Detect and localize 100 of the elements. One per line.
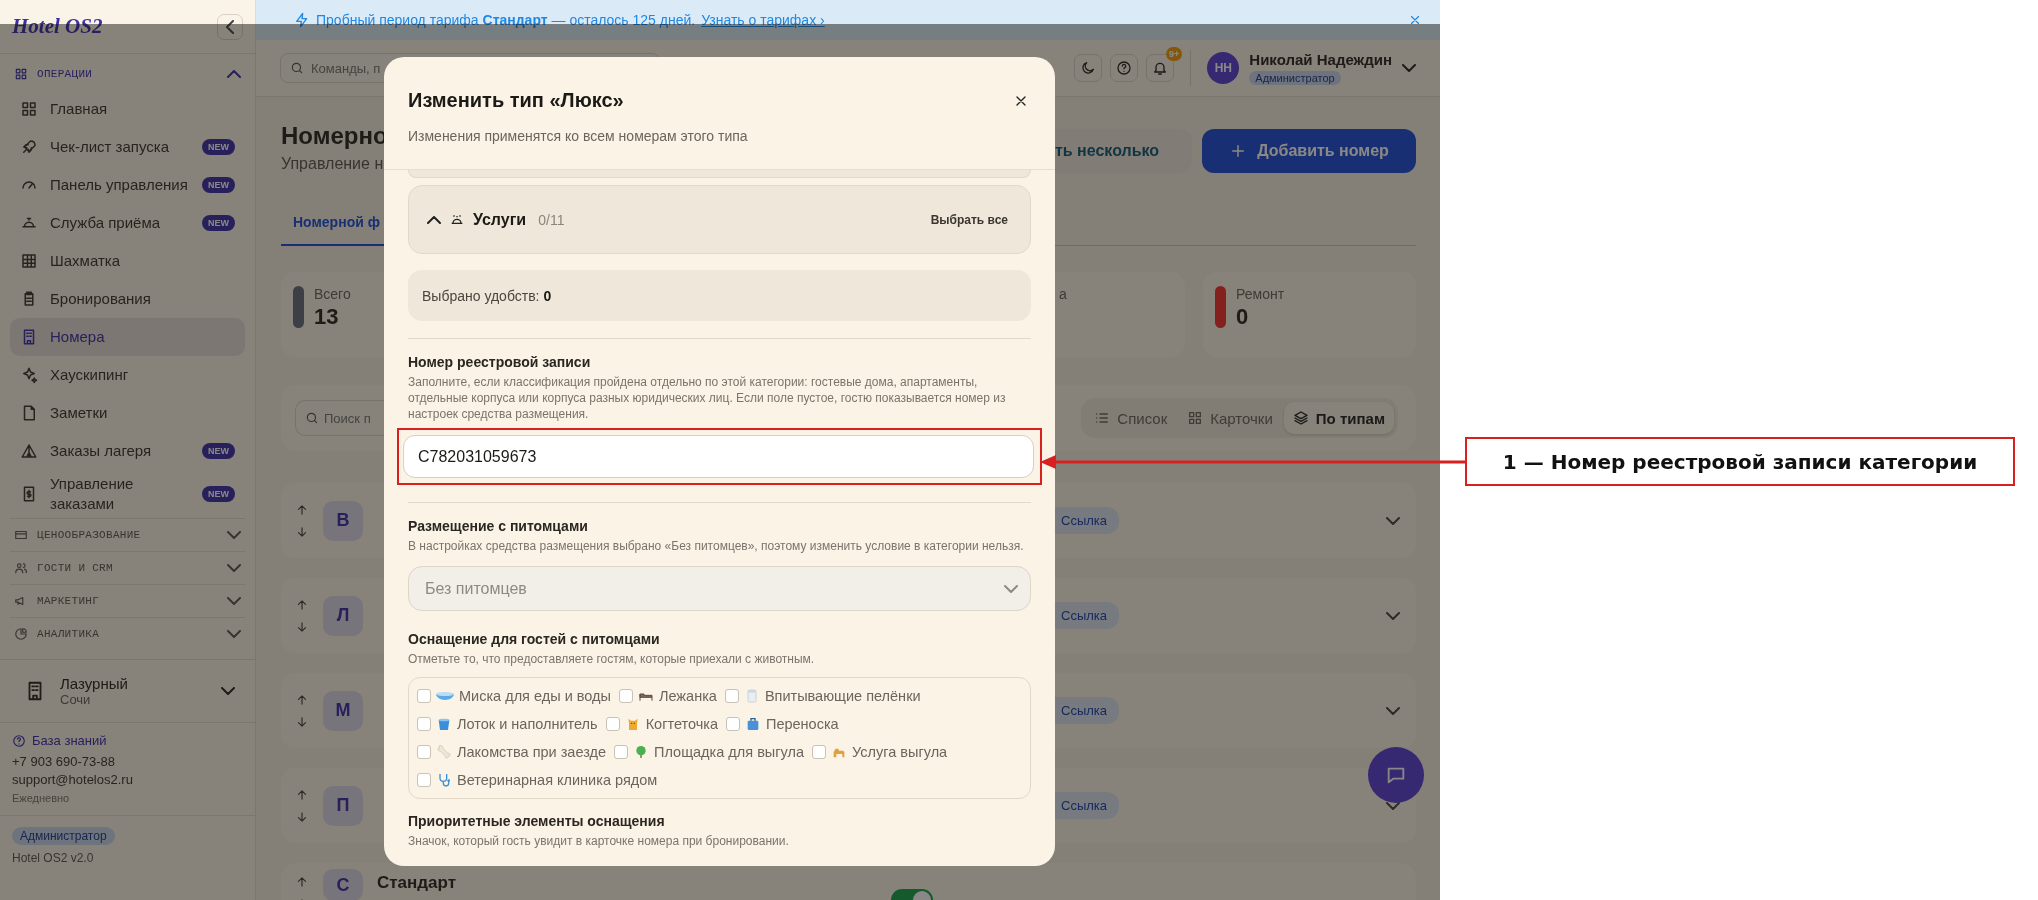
pet-option[interactable]: Переноска (726, 714, 839, 734)
move-down-button[interactable] (295, 809, 309, 824)
move-down-button[interactable] (295, 619, 309, 634)
banner-text: Пробный период тарифа Стандарт — осталось 125 дней. (316, 12, 696, 28)
tariffs-link[interactable]: Узнать о тарифах › (701, 12, 825, 28)
move-up-button[interactable] (295, 692, 309, 707)
checkbox[interactable] (724, 689, 739, 703)
pet-option[interactable]: Площадка для выгула (614, 742, 804, 762)
new-badge: NEW (202, 177, 235, 193)
type-avatar: В (323, 500, 363, 541)
chevron-down-icon (227, 531, 241, 539)
checkbox[interactable] (812, 745, 826, 759)
field-label: Номер реестровой записи (408, 354, 592, 370)
nav-item[interactable]: Управление заказами NEW (10, 470, 245, 518)
type-avatar: С (323, 869, 363, 900)
expand-button[interactable] (1386, 706, 1400, 715)
link-chip[interactable]: Ссылка (1055, 507, 1120, 534)
view-option[interactable]: По типам (1283, 402, 1394, 434)
group-toggle[interactable] (427, 215, 441, 224)
room-type-name: Стандарт (377, 873, 458, 893)
section-header[interactable]: ОПЕРАЦИИ (10, 58, 245, 90)
nav-item[interactable]: Чек-лист запуска NEW (10, 128, 245, 166)
pet-option[interactable]: Лоток и наполнитель (417, 714, 598, 734)
section-header[interactable]: ГОСТИ И CRM (10, 552, 245, 584)
page-subtitle: Управление н (281, 155, 384, 173)
expand-button[interactable] (1386, 611, 1400, 620)
version-text: Hotel OS2 v2.0 (12, 851, 95, 865)
close-icon (1408, 13, 1422, 27)
chat-button[interactable] (1368, 747, 1424, 803)
pet-option[interactable]: Когтеточка (605, 714, 718, 734)
nav-item[interactable]: Шахматка (10, 242, 245, 280)
card-icon (14, 528, 28, 542)
search-field[interactable]: Поиск п (295, 400, 384, 436)
checkbox[interactable] (417, 689, 431, 703)
expand-button[interactable] (1386, 801, 1400, 810)
pet-option[interactable]: Лакомства при заезде (417, 742, 606, 762)
chevron-down-icon (1004, 584, 1018, 593)
view-option[interactable]: Список (1085, 402, 1177, 434)
nav-item[interactable]: Хаускипинг (10, 356, 245, 394)
nav-item[interactable]: Номера (10, 318, 245, 356)
expand-button[interactable] (1386, 516, 1400, 525)
checkbox[interactable] (726, 717, 740, 731)
link-chip[interactable]: Ссылка (1055, 697, 1120, 724)
arrow-up-icon (295, 875, 309, 889)
search-icon (305, 411, 319, 425)
pet-option[interactable]: Миска для еды и воды (417, 686, 611, 706)
move-up-button[interactable] (295, 787, 309, 802)
pet-option[interactable]: Впитывающие пелёнки (724, 686, 921, 706)
theme-button[interactable] (1074, 54, 1103, 82)
nav-item[interactable]: Заказы лагеря NEW (10, 432, 245, 470)
layers-icon (1292, 410, 1309, 426)
nav-item[interactable]: Служба приёма NEW (10, 204, 245, 242)
checkbox[interactable] (605, 717, 620, 731)
pet-option[interactable]: Ветеринарная клиника рядом (417, 770, 658, 790)
nav-item[interactable]: Заметки (10, 394, 245, 432)
move-down-button[interactable] (295, 524, 309, 539)
checkbox[interactable] (417, 717, 431, 731)
nav-item[interactable]: Главная (10, 90, 245, 128)
move-up-button[interactable] (295, 875, 309, 889)
move-up-button[interactable] (295, 502, 309, 517)
arrow-up-icon (295, 787, 309, 802)
add-room-button[interactable]: Добавить номер (1202, 129, 1416, 173)
checkbox[interactable] (417, 745, 431, 759)
checkbox[interactable] (614, 745, 628, 759)
chevron-down-icon (221, 687, 235, 695)
bucket-icon (436, 716, 452, 732)
help-button[interactable] (1110, 54, 1139, 82)
group-title: Услуги (473, 210, 527, 229)
select-all-button[interactable]: Выбрать все (930, 212, 1008, 227)
checkbox[interactable] (417, 773, 431, 787)
section-header[interactable]: МАРКЕТИНГ (10, 585, 245, 617)
add-several-button[interactable]: ть несколько (1055, 129, 1192, 173)
page-title: Номерно (281, 121, 384, 151)
list-icon (1094, 410, 1111, 426)
chevron-down-icon (227, 597, 241, 605)
move-down-button[interactable] (295, 714, 309, 729)
group-count: 0/11 (538, 211, 565, 228)
pet-option[interactable]: Услуга выгула (812, 742, 948, 762)
stat-value: 0 (1236, 304, 1250, 330)
stat-label: а (1059, 286, 1067, 302)
hours-text: Ежедневно (12, 791, 71, 806)
move-up-button[interactable] (295, 597, 309, 612)
link-chip[interactable]: Ссылка (1055, 792, 1120, 819)
checkbox[interactable] (618, 689, 633, 703)
stat-value: 13 (314, 304, 340, 330)
user-menu[interactable]: НН Николай Надеждин Администратор (1207, 50, 1416, 86)
help-icon (12, 733, 26, 748)
section-header[interactable]: АНАЛИТИКА (10, 618, 245, 650)
nav-item[interactable]: Бронирования (10, 280, 245, 318)
chevron-down-icon (1386, 801, 1400, 810)
knowledge-base-link[interactable]: База знаний (12, 733, 243, 748)
nav-item[interactable]: Панель управления NEW (10, 166, 245, 204)
registry-number-field[interactable]: C782031059673 (403, 435, 1034, 478)
pet-option[interactable]: Лежанка (618, 686, 717, 706)
collapse-button[interactable] (217, 13, 243, 40)
property-selector[interactable]: Лазурный Сочи (0, 659, 255, 723)
view-option[interactable]: Карточки (1178, 402, 1282, 434)
link-chip[interactable]: Ссылка (1055, 602, 1120, 629)
section-header[interactable]: ЦЕНООБРАЗОВАНИЕ (10, 519, 245, 551)
field-hint: Отметьте то, что предоставляете гостям, которые приехали с животным. (408, 651, 816, 667)
